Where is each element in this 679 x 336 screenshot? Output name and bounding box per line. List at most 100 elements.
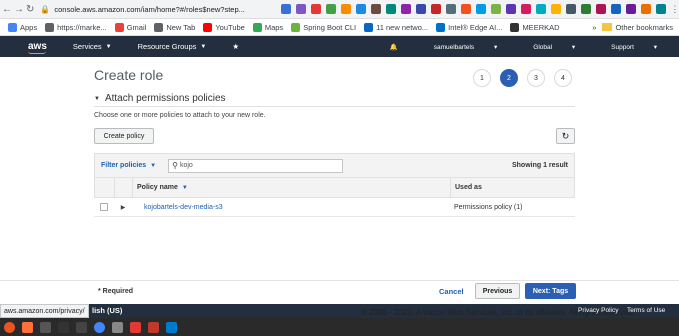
column-used-as[interactable]: Used as	[451, 184, 574, 191]
bookmark-new-tab[interactable]: New Tab	[154, 22, 196, 32]
bookmark-label: Intel® Edge AI...	[448, 22, 503, 32]
firefox-icon[interactable]	[22, 321, 33, 333]
support-menu[interactable]: Support ▾	[593, 43, 657, 51]
bookmark-apps[interactable]: Apps	[8, 22, 37, 32]
column-label: Policy name	[137, 184, 178, 191]
extension-icon[interactable]	[476, 4, 487, 14]
filter-policies-dropdown[interactable]: Filter policies ▼	[101, 162, 156, 169]
next-tags-button[interactable]: Next: Tags	[525, 283, 576, 299]
bell-icon[interactable]: 🔔	[390, 43, 398, 51]
expand-triangle-icon[interactable]: ▶	[114, 204, 132, 211]
spring-icon	[291, 22, 301, 32]
extension-icon[interactable]	[491, 4, 502, 14]
extension-icon[interactable]	[326, 4, 337, 14]
step-2[interactable]: 2	[500, 69, 518, 87]
files-icon[interactable]	[40, 321, 51, 333]
chrome-icon[interactable]	[94, 321, 105, 333]
step-4[interactable]: 4	[554, 69, 572, 87]
search-icon: ⚲	[172, 161, 178, 170]
bookmark-maps[interactable]: Maps	[252, 22, 283, 32]
other-bookmarks[interactable]: » Other bookmarks	[592, 23, 673, 32]
meerkad-icon	[510, 22, 520, 32]
row-checkbox[interactable]	[100, 203, 108, 211]
result-count: Showing 1 result	[511, 162, 568, 169]
extension-icon[interactable]	[506, 4, 517, 14]
privacy-policy-link[interactable]: Privacy Policy	[578, 307, 618, 314]
status-url-tooltip: aws.amazon.com/privacy/	[0, 304, 89, 318]
extension-icon[interactable]	[536, 4, 547, 14]
app-icon[interactable]	[76, 321, 87, 333]
extension-icon[interactable]	[656, 4, 667, 14]
bookmark-youtube[interactable]: YouTube	[203, 22, 245, 32]
user-menu[interactable]: samuelbartels ▾	[416, 43, 498, 51]
step-3[interactable]: 3	[527, 69, 545, 87]
extension-icon[interactable]	[461, 4, 472, 14]
chevron-down-icon: ▾	[571, 43, 576, 51]
bookmark-spring[interactable]: Spring Boot CLI	[291, 22, 356, 32]
menu-icon[interactable]: ⋮	[670, 4, 679, 15]
services-menu[interactable]: Services ▼	[73, 42, 112, 51]
app-icon[interactable]	[130, 321, 141, 333]
previous-button[interactable]: Previous	[475, 283, 520, 299]
reload-icon[interactable]: ↻	[26, 3, 34, 16]
extension-icon[interactable]	[581, 4, 592, 14]
language-selector[interactable]: lish (US)	[92, 306, 122, 315]
bookmark-label: YouTube	[215, 22, 245, 32]
app-icon[interactable]	[112, 321, 123, 333]
aws-console-header: aws Services ▼ Resource Groups ▼ ★ 🔔 samue…	[0, 36, 679, 57]
policy-name-link[interactable]: kojobartels-dev-media-s3	[132, 204, 450, 211]
extension-icon[interactable]	[626, 4, 637, 14]
step-1[interactable]: 1	[473, 69, 491, 87]
region-menu[interactable]: Global ▾	[515, 43, 575, 51]
terms-of-use-link[interactable]: Terms of Use	[627, 307, 665, 314]
extension-icon[interactable]	[416, 4, 427, 14]
vscode-icon[interactable]	[166, 321, 177, 333]
section-header[interactable]: ▼ Attach permissions policies	[94, 93, 575, 107]
ubuntu-icon[interactable]	[4, 321, 15, 333]
resource-groups-menu[interactable]: Resource Groups ▼	[138, 42, 207, 51]
extension-icon[interactable]	[341, 4, 352, 14]
extension-icon[interactable]	[521, 4, 532, 14]
policy-search-input[interactable]: ⚲ kojo	[168, 158, 344, 173]
services-label: Services	[72, 42, 102, 51]
extension-icon[interactable]	[446, 4, 457, 14]
bookmark-market[interactable]: https://marke...	[45, 22, 107, 32]
extension-icon[interactable]	[566, 4, 577, 14]
extension-icon[interactable]	[641, 4, 652, 14]
extension-icon[interactable]	[356, 4, 367, 14]
wizard-steps: 1 2 3 4	[473, 69, 572, 87]
forward-icon[interactable]: →	[14, 3, 24, 16]
app-icon[interactable]	[148, 321, 159, 333]
pin-icon[interactable]: ★	[232, 42, 239, 51]
search-value: kojo	[179, 162, 193, 169]
extension-icon[interactable]	[386, 4, 397, 14]
bookmark-intel[interactable]: Intel® Edge AI...	[436, 22, 503, 32]
header-expand-cell	[115, 178, 133, 197]
extension-icon[interactable]	[401, 4, 412, 14]
chevron-down-icon: ▼	[105, 43, 112, 50]
terminal-icon[interactable]	[58, 321, 69, 333]
create-policy-button[interactable]: Create policy	[94, 128, 154, 144]
address-bar[interactable]: 🔒 console.aws.amazon.com/iam/home?#/role…	[40, 3, 275, 16]
bookmark-label: New Tab	[166, 22, 196, 32]
extension-icon[interactable]	[296, 4, 307, 14]
extension-icon[interactable]	[551, 4, 562, 14]
extension-icon[interactable]	[281, 4, 292, 14]
resource-groups-label: Resource Groups	[137, 42, 197, 51]
extension-icon[interactable]	[431, 4, 442, 14]
back-icon[interactable]: ←	[2, 3, 12, 16]
bookmark-gmail[interactable]: Gmail	[114, 22, 146, 32]
extension-icon[interactable]	[311, 4, 322, 14]
section-title: Attach permissions policies	[104, 93, 226, 104]
other-bookmarks-label: Other bookmarks	[615, 22, 673, 32]
refresh-button[interactable]: ↻	[556, 128, 575, 144]
cancel-link[interactable]: Cancel	[439, 287, 464, 296]
extension-icon[interactable]	[596, 4, 607, 14]
aws-logo[interactable]: aws	[28, 41, 47, 54]
column-policy-name[interactable]: Policy name ▼	[133, 178, 451, 197]
extensions	[281, 4, 667, 14]
bookmark-linkedin[interactable]: 11 new netwo...	[364, 22, 428, 32]
extension-icon[interactable]	[371, 4, 382, 14]
extension-icon[interactable]	[611, 4, 622, 14]
bookmark-meerkad[interactable]: MEERKAD	[510, 22, 560, 32]
